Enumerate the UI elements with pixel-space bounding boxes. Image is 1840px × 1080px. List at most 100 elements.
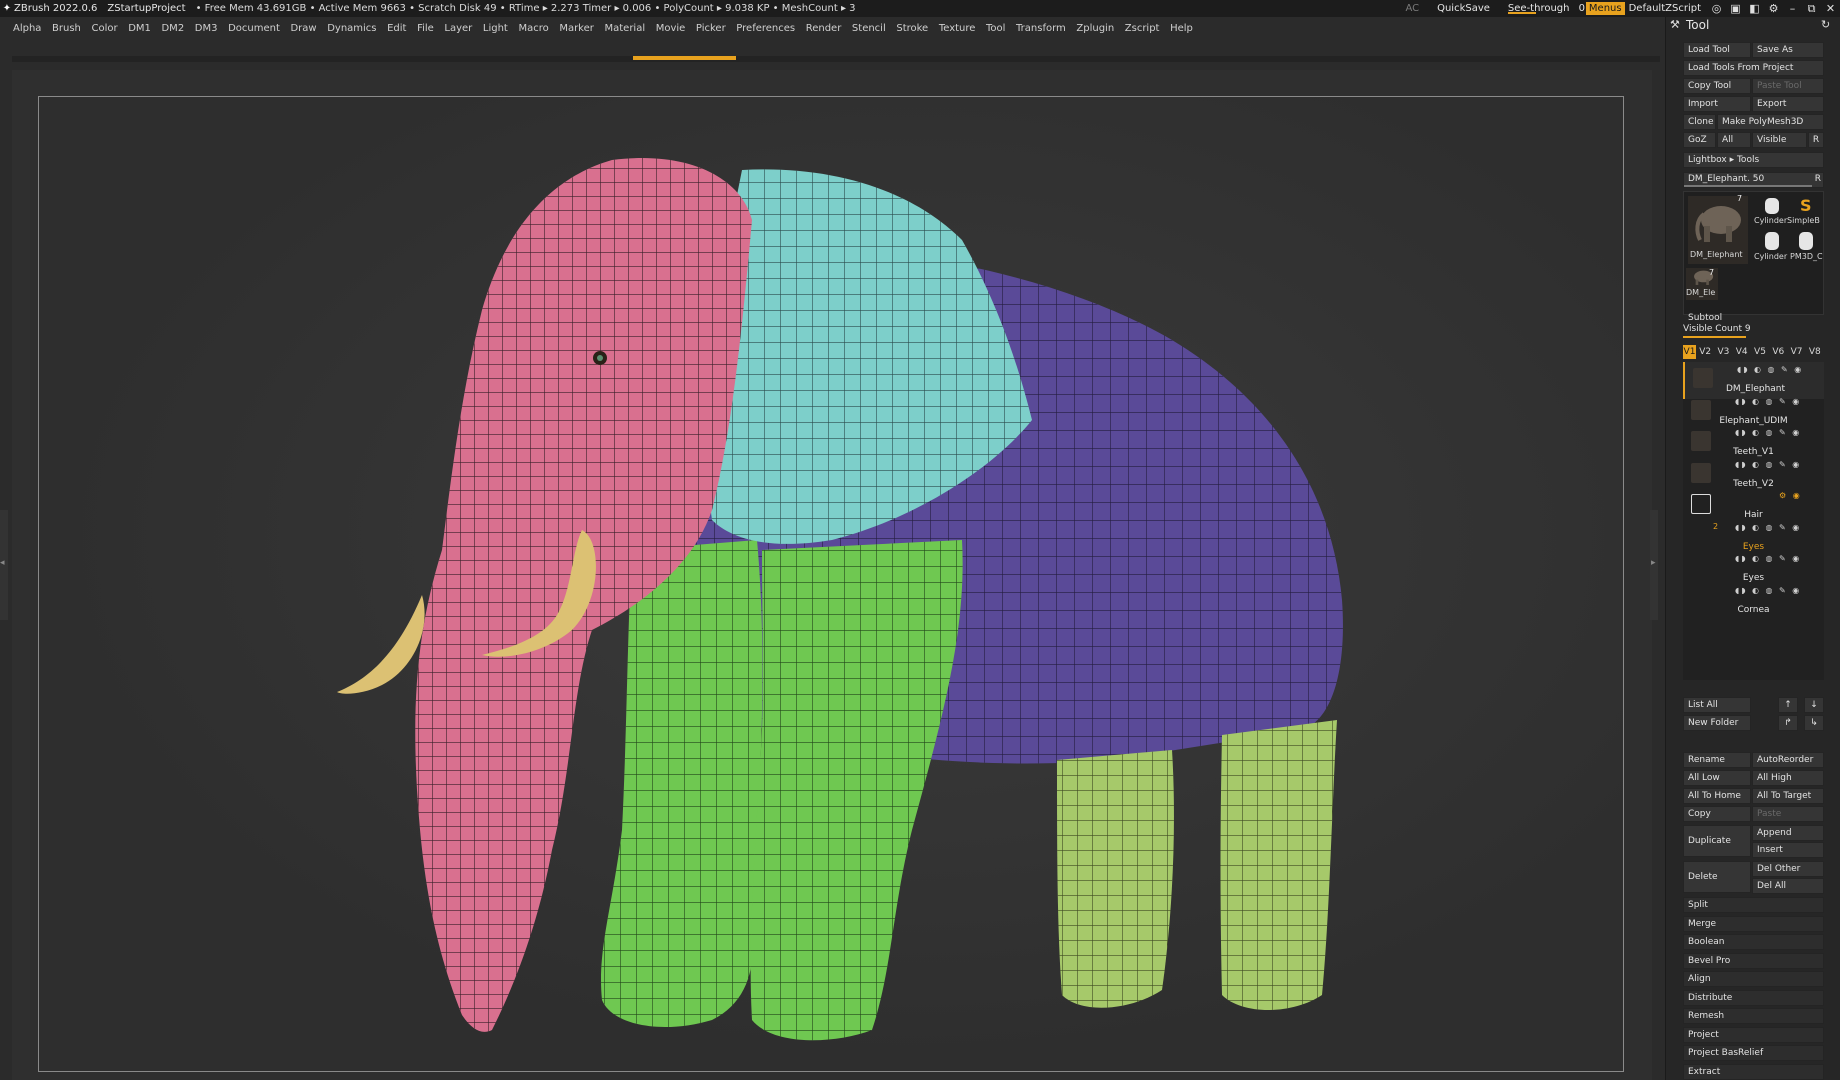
active-shelf-tab[interactable] [633, 56, 736, 60]
folder-move-icon[interactable]: ↱ [1778, 715, 1798, 731]
subpalette-merge[interactable]: Merge [1683, 915, 1824, 932]
menu-edit[interactable]: Edit [387, 23, 406, 34]
tool-select-slider[interactable]: DM_Elephant. 50 R [1683, 172, 1824, 188]
menu-draw[interactable]: Draw [290, 23, 316, 34]
subtool-visibility-icon[interactable]: ◖◗ ◐ ◍ ✎ ◉ [1735, 460, 1801, 469]
elephant-model[interactable] [12, 70, 1652, 1080]
autoreorder-button[interactable]: AutoReorder [1752, 752, 1824, 768]
menu-texture[interactable]: Texture [939, 23, 976, 34]
all-high-button[interactable]: All High [1752, 770, 1824, 786]
menu-transform[interactable]: Transform [1016, 23, 1066, 34]
import-button[interactable]: Import [1683, 96, 1751, 112]
copy-button[interactable]: Copy [1683, 806, 1751, 822]
settings-icon[interactable]: ⚙ [1764, 2, 1783, 15]
subtool-item[interactable]: ◖◗ ◐ ◍ ✎ ◉ Cornea [1683, 583, 1824, 620]
menu-movie[interactable]: Movie [656, 23, 686, 34]
subtool-visibility-icon[interactable]: ◖◗ ◐ ◍ ✎ ◉ [1735, 554, 1801, 563]
goz-button[interactable]: GoZ [1683, 132, 1716, 148]
maximize-icon[interactable]: ⧉ [1802, 2, 1821, 16]
paste-tool-button[interactable]: Paste Tool [1752, 78, 1824, 94]
subpalette-project-basrelief[interactable]: Project BasRelief [1683, 1045, 1824, 1061]
subtool-visibility-icon[interactable]: ◖◗ ◐ ◍ ✎ ◉ [1735, 428, 1801, 437]
load-tool-button[interactable]: Load Tool [1683, 42, 1751, 58]
subpalette-bevel-pro[interactable]: Bevel Pro [1683, 952, 1824, 969]
all-to-home-button[interactable]: All To Home [1683, 788, 1751, 804]
clone-button[interactable]: Clone [1683, 114, 1716, 130]
minimize-icon[interactable]: – [1783, 2, 1802, 15]
menu-color[interactable]: Color [91, 23, 117, 34]
tool-palette-header[interactable]: ⚒ Tool ↻ [1666, 17, 1840, 35]
all-low-button[interactable]: All Low [1683, 770, 1751, 786]
insert-button[interactable]: Insert [1752, 842, 1824, 858]
menu-alpha[interactable]: Alpha [13, 23, 41, 34]
subpalette-align[interactable]: Align [1683, 971, 1824, 987]
subtool-visibility-icon[interactable]: ⚙ ◉ [1779, 491, 1802, 500]
goz-visible-button[interactable]: Visible [1752, 132, 1807, 148]
menu-zscript[interactable]: Zscript [1125, 23, 1160, 34]
ac-toggle[interactable]: AC [1405, 3, 1419, 14]
subpalette-remesh[interactable]: Remesh [1683, 1008, 1824, 1024]
save-as-button[interactable]: Save As [1752, 42, 1824, 58]
rename-button[interactable]: Rename [1683, 752, 1751, 768]
cylinder2-thumbnail[interactable] [1754, 230, 1788, 254]
palette-options-icon[interactable]: ↻ [1821, 18, 1830, 31]
menu-document[interactable]: Document [228, 23, 280, 34]
menu-picker[interactable]: Picker [696, 23, 726, 34]
menu-dynamics[interactable]: Dynamics [327, 23, 376, 34]
right-tray-handle[interactable]: ▸ [1650, 510, 1658, 620]
version-tab-v1[interactable]: V1 [1683, 345, 1696, 359]
del-other-button[interactable]: Del Other [1752, 861, 1824, 877]
menu-layer[interactable]: Layer [444, 23, 472, 34]
back-legs-mesh[interactable] [1057, 720, 1337, 1010]
move-down-icon[interactable]: ↓ [1804, 697, 1824, 713]
tool-slider-r[interactable]: R [1815, 174, 1821, 184]
close-icon[interactable]: ✕ [1821, 2, 1840, 15]
delete-button[interactable]: Delete [1683, 861, 1751, 893]
goz-r-button[interactable]: R [1808, 132, 1824, 148]
menu-material[interactable]: Material [604, 23, 645, 34]
menu-brush[interactable]: Brush [52, 23, 81, 34]
menu-tool[interactable]: Tool [986, 23, 1005, 34]
version-tab-v5[interactable]: V5 [1751, 345, 1769, 359]
pm3d-thumbnail[interactable] [1788, 230, 1822, 254]
menu-stencil[interactable]: Stencil [852, 23, 886, 34]
subpalette-split[interactable]: Split [1683, 897, 1824, 913]
help-icon[interactable]: ◎ [1707, 2, 1726, 15]
version-tab-v4[interactable]: V4 [1733, 345, 1751, 359]
version-tab-v2[interactable]: V2 [1696, 345, 1714, 359]
subtool-visibility-icon[interactable]: ◖◗ ◐ ◍ ✎ ◉ [1735, 586, 1801, 595]
append-button[interactable]: Append [1752, 825, 1824, 841]
copy-tool-button[interactable]: Copy Tool [1683, 78, 1751, 94]
menu-marker[interactable]: Marker [559, 23, 594, 34]
menu-dm3[interactable]: DM3 [195, 23, 218, 34]
subtool-section-title[interactable]: Subtool [1688, 313, 1722, 323]
list-all-button[interactable]: List All [1683, 697, 1751, 713]
version-tab-v8[interactable]: V8 [1806, 345, 1824, 359]
subpalette-boolean[interactable]: Boolean [1683, 934, 1824, 950]
visible-count-slider[interactable]: Visible Count 9 [1683, 324, 1824, 338]
document-canvas[interactable] [12, 70, 1652, 1080]
export-button[interactable]: Export [1752, 96, 1824, 112]
subpalette-extract[interactable]: Extract [1683, 1063, 1824, 1080]
version-tab-v3[interactable]: V3 [1714, 345, 1732, 359]
subtool-list[interactable]: ◖◗ ◐ ◍ ✎ ◉ DM_Elephant ◖◗ ◐ ◍ ✎ ◉ Elephant_… [1683, 362, 1824, 680]
lightbox-tools-button[interactable]: Lightbox ▸ Tools [1683, 152, 1824, 168]
menu-dm1[interactable]: DM1 [128, 23, 151, 34]
menu-preferences[interactable]: Preferences [736, 23, 795, 34]
load-tools-from-project-button[interactable]: Load Tools From Project [1683, 60, 1824, 76]
see-through-slider[interactable]: See-through 0 [1504, 3, 1585, 14]
new-folder-button[interactable]: New Folder [1683, 715, 1751, 731]
version-tab-v7[interactable]: V7 [1787, 345, 1805, 359]
left-tray-handle[interactable]: ◂ [0, 510, 8, 620]
menu-help[interactable]: Help [1170, 23, 1193, 34]
menu-stroke[interactable]: Stroke [896, 23, 928, 34]
goz-all-button[interactable]: All [1717, 132, 1751, 148]
subtool-visibility-icon[interactable]: ◖◗ ◐ ◍ ✎ ◉ [1735, 397, 1801, 406]
menu-macro[interactable]: Macro [518, 23, 548, 34]
quicksave-button[interactable]: QuickSave [1437, 3, 1490, 14]
paste-button[interactable]: Paste [1752, 806, 1824, 822]
menu-dm2[interactable]: DM2 [161, 23, 184, 34]
menus-toggle[interactable]: Menus [1585, 2, 1625, 15]
move-up-icon[interactable]: ↑ [1778, 697, 1798, 713]
subpalette-distribute[interactable]: Distribute [1683, 989, 1824, 1006]
